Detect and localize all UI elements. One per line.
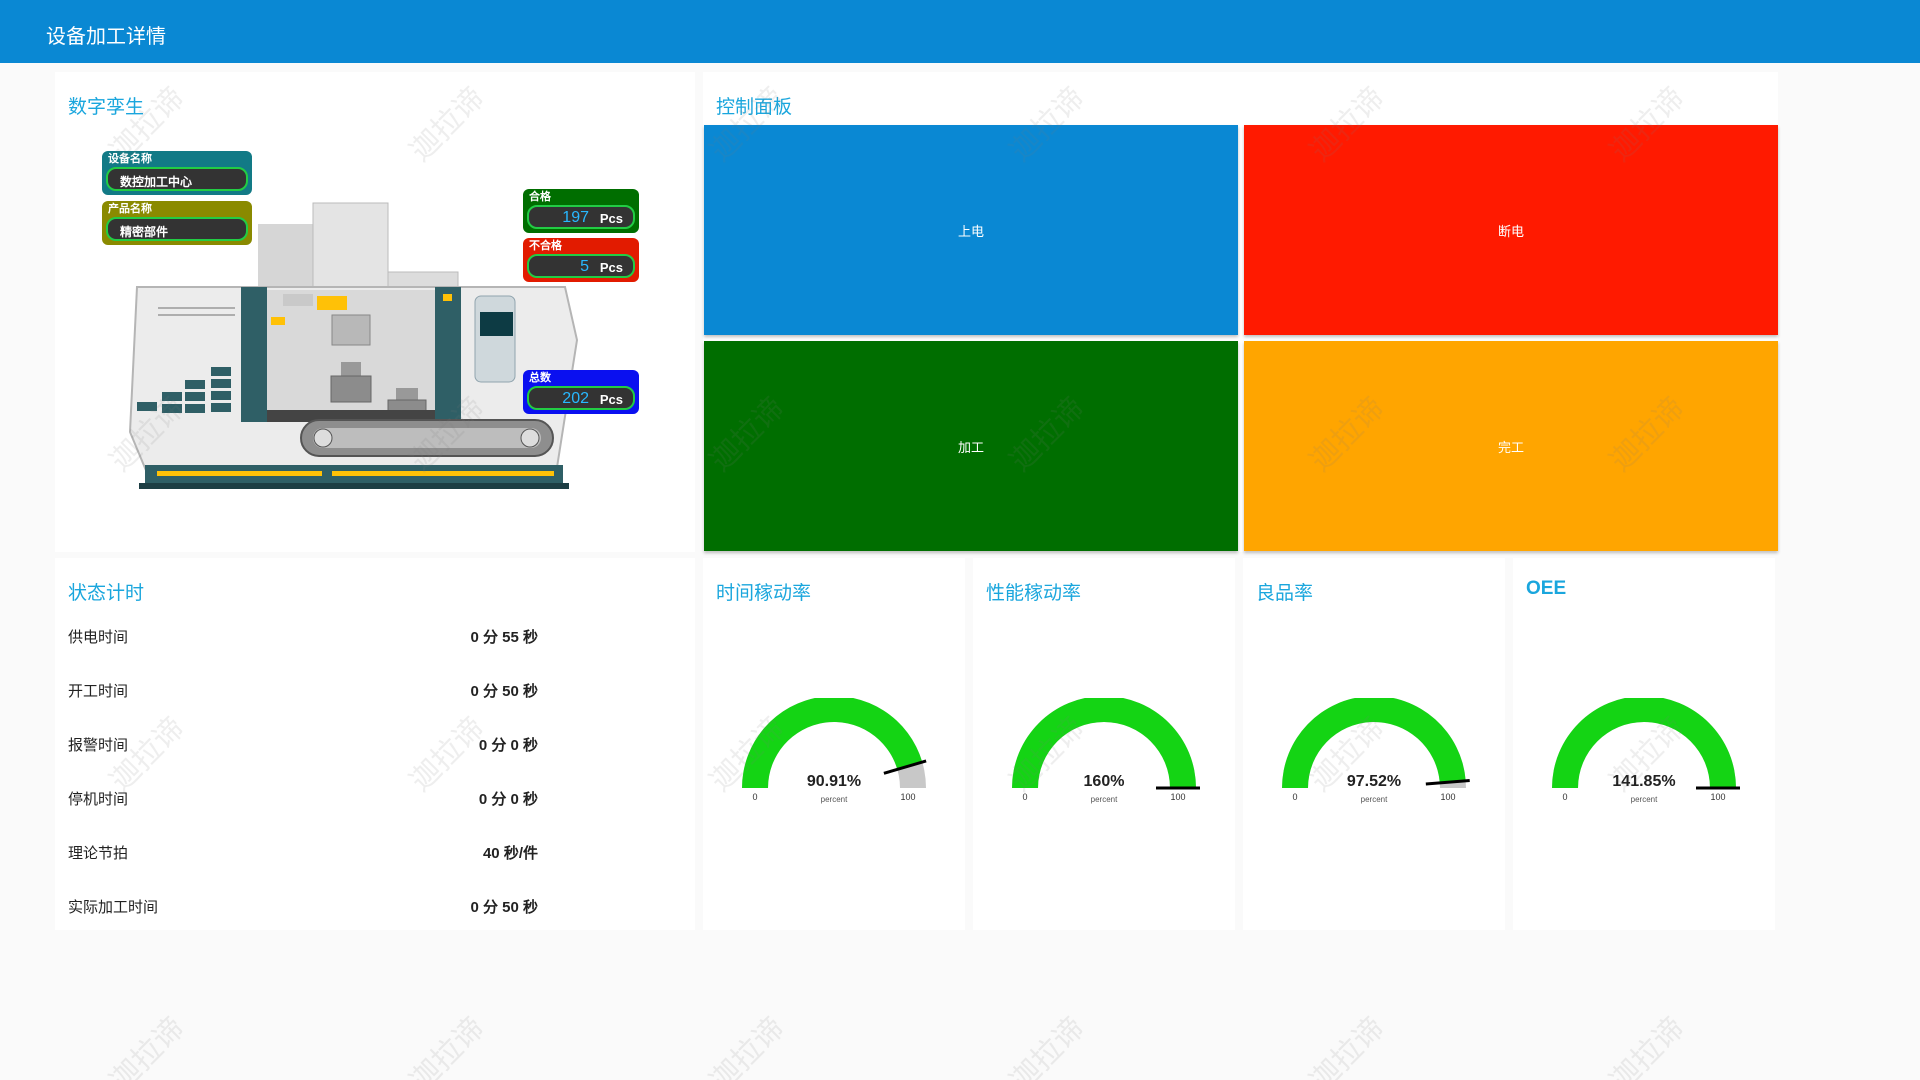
gauge-max-label: 100 [1710, 792, 1725, 802]
door-frame-right [435, 287, 461, 422]
stat-row-alarm: 报警时间 0 分 0 秒 [68, 734, 538, 758]
gauge-value: 141.85% [1612, 773, 1675, 790]
power-off-button[interactable]: 断电 [1244, 125, 1778, 335]
gauge-value: 90.91% [807, 773, 861, 790]
finish-button[interactable]: 完工 [1244, 341, 1778, 551]
stat-value: 0 分 55 秒 [470, 629, 538, 646]
total-value: 202 [562, 390, 589, 407]
control-panel-title: 控制面板 [716, 97, 793, 118]
gauge-dial: 90.91% percent 0 100 [742, 698, 927, 804]
device-name-tag: 设备名称 数控加工中心 [102, 151, 252, 195]
stat-value: 0 分 50 秒 [470, 899, 538, 916]
stat-label: 报警时间 [68, 737, 129, 754]
status-timing-title: 状态计时 [68, 583, 145, 604]
status-timing-card: 状态计时 供电时间 0 分 55 秒 开工时间 0 分 50 秒 报警时间 0 … [55, 558, 695, 930]
door-frame-left [241, 287, 267, 422]
stat-label: 开工时间 [68, 683, 129, 700]
unqualified-unit: Pcs [599, 260, 623, 275]
total-unit: Pcs [599, 392, 623, 407]
stat-row-theory-cycle: 理论节拍 40 秒/件 [68, 842, 538, 866]
warning-light [317, 296, 347, 310]
gauge-max-label: 100 [900, 792, 915, 802]
unqualified-count-tag: 不合格 5 Pcs [523, 238, 639, 282]
control-console [474, 295, 516, 383]
control-panel-card: 控制面板 上电 断电 加工 完工 [703, 72, 1778, 552]
gauge-title: 良品率 [1256, 583, 1314, 604]
gauge-title: 性能稼动率 [986, 583, 1082, 604]
gauge-min-label: 0 [1022, 792, 1027, 802]
gauge-unit: percent [1361, 795, 1388, 804]
stat-row-actual-time: 实际加工时间 0 分 50 秒 [68, 896, 538, 920]
stat-row-stop: 停机时间 0 分 0 秒 [68, 788, 538, 812]
gauge-title: OEE [1526, 578, 1567, 599]
product-name-tag: 产品名称 精密部件 [102, 201, 252, 245]
total-count-tag: 总数 202 Pcs [523, 370, 639, 414]
gauge-min-label: 0 [1292, 792, 1297, 802]
power-on-button[interactable]: 上电 [704, 125, 1238, 335]
gauge-card-performance: 性能稼动率 160% percent 0 100 [973, 558, 1235, 930]
watermark-text: 迦拉谛 [403, 1010, 491, 1080]
header-bar: 设备加工详情 [0, 0, 1920, 63]
gauge-unit: percent [1631, 795, 1658, 804]
unqualified-label: 不合格 [529, 240, 562, 252]
gauge-dial: 141.85% percent 0 100 [1552, 698, 1740, 804]
qualified-label: 合格 [529, 191, 551, 203]
spindle [331, 314, 371, 346]
stat-row-start: 开工时间 0 分 50 秒 [68, 680, 538, 704]
product-name-label: 产品名称 [108, 203, 152, 215]
gauge-max-label: 100 [1440, 792, 1455, 802]
page-title: 设备加工详情 [46, 26, 166, 48]
device-name-label: 设备名称 [108, 153, 152, 165]
stat-value: 40 秒/件 [482, 845, 538, 862]
stat-row-power: 供电时间 0 分 55 秒 [68, 626, 538, 650]
gauge-dial: 160% percent 0 100 [1012, 698, 1200, 804]
watermark-text: 迦拉谛 [703, 1010, 791, 1080]
unqualified-value: 5 [580, 258, 589, 275]
stat-label: 实际加工时间 [68, 899, 159, 916]
stat-value: 0 分 0 秒 [478, 737, 538, 754]
gauge-min-label: 0 [1562, 792, 1567, 802]
gauge-card-oee: OEE 141.85% percent 0 100 [1513, 558, 1775, 930]
gauge-dial: 97.52% percent 0 100 [1282, 698, 1470, 804]
gauge-card-quality-rate: 良品率 97.52% percent 0 100 [1243, 558, 1505, 930]
stat-value: 0 分 0 秒 [478, 791, 538, 808]
stat-label: 供电时间 [68, 629, 129, 646]
digital-twin-card: 数字孪生 设备名称 数控加工中心 产品名称 精密部件 合格 197 Pcs 不合… [55, 72, 695, 552]
qualified-unit: Pcs [599, 211, 623, 226]
gauge-value: 160% [1084, 773, 1125, 790]
device-name-value: 数控加工中心 [120, 175, 193, 189]
product-name-value: 精密部件 [120, 225, 169, 239]
gauge-title: 时间稼动率 [716, 583, 812, 604]
watermark-text: 迦拉谛 [1603, 1010, 1691, 1080]
gauge-min-label: 0 [752, 792, 757, 802]
total-label: 总数 [529, 372, 551, 384]
watermark-text: 迦拉谛 [1003, 1010, 1091, 1080]
watermark-text: 迦拉谛 [1303, 1010, 1391, 1080]
process-button[interactable]: 加工 [704, 341, 1238, 551]
gauge-max-label: 100 [1170, 792, 1185, 802]
watermark-text: 迦拉谛 [103, 1010, 191, 1080]
gauge-unit: percent [821, 795, 848, 804]
stat-label: 停机时间 [68, 791, 129, 808]
stat-label: 理论节拍 [68, 845, 129, 862]
cnc-machine-illustration [128, 202, 579, 489]
qualified-count-tag: 合格 197 Pcs [523, 189, 639, 233]
gauge-card-time-availability: 时间稼动率 90.91% percent 0 100 [703, 558, 965, 930]
gauge-value: 97.52% [1347, 773, 1401, 790]
gauge-unit: percent [1091, 795, 1118, 804]
stat-value: 0 分 50 秒 [470, 683, 538, 700]
qualified-value: 197 [562, 209, 589, 226]
